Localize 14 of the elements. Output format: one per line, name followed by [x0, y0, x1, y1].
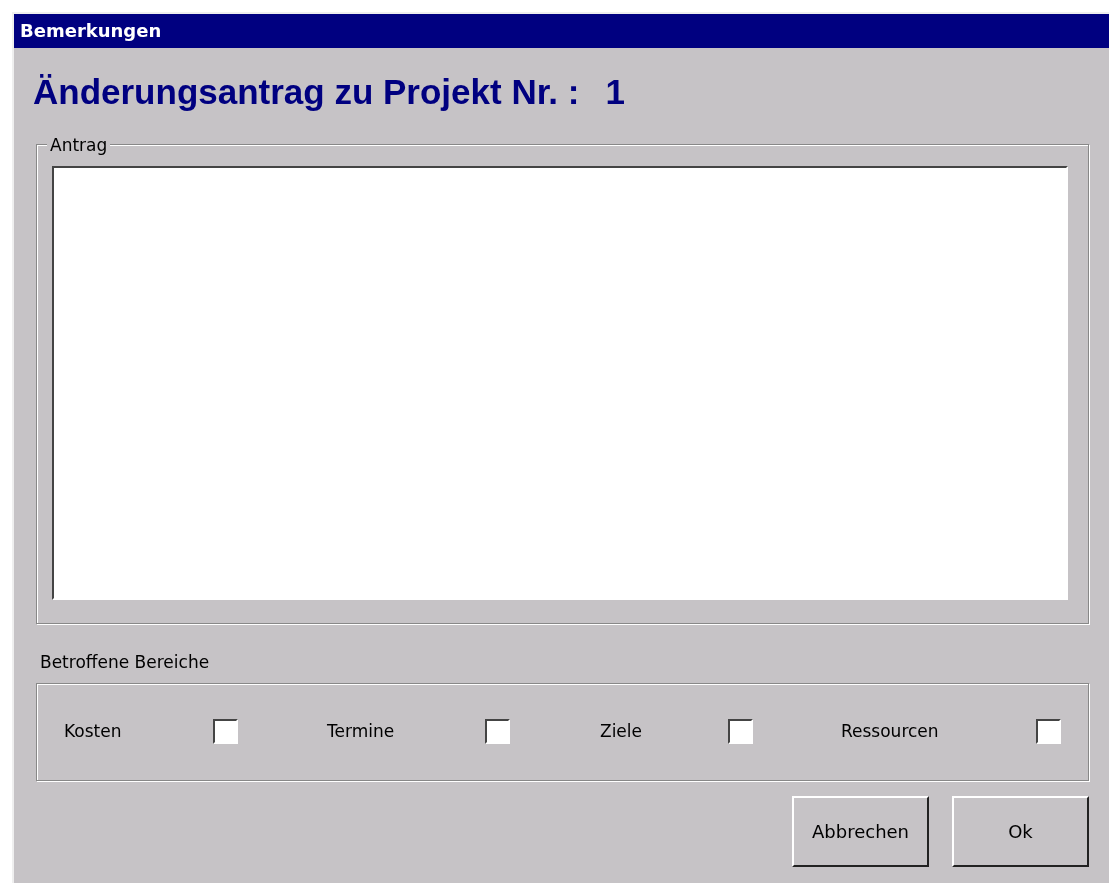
heading: Änderungsantrag zu Projekt Nr. :: [33, 71, 580, 113]
checkbox[interactable]: [485, 719, 510, 744]
window-title: Bemerkungen: [14, 14, 1109, 48]
checkbox[interactable]: [728, 719, 753, 744]
checkbox[interactable]: [213, 719, 238, 744]
checkbox-label: Ziele: [600, 719, 643, 743]
checkbox-label: Termine: [327, 719, 396, 743]
checkbox-label: Ressourcen: [841, 719, 940, 743]
project-number: 1: [605, 71, 625, 113]
dialog-button[interactable]: Ok: [952, 795, 1089, 867]
dialog-button[interactable]: Abbrechen: [792, 795, 929, 867]
checkbox[interactable]: [1036, 719, 1061, 744]
areas-label: Betroffene Bereiche: [40, 651, 210, 674]
checkbox-label: Kosten: [64, 719, 123, 743]
